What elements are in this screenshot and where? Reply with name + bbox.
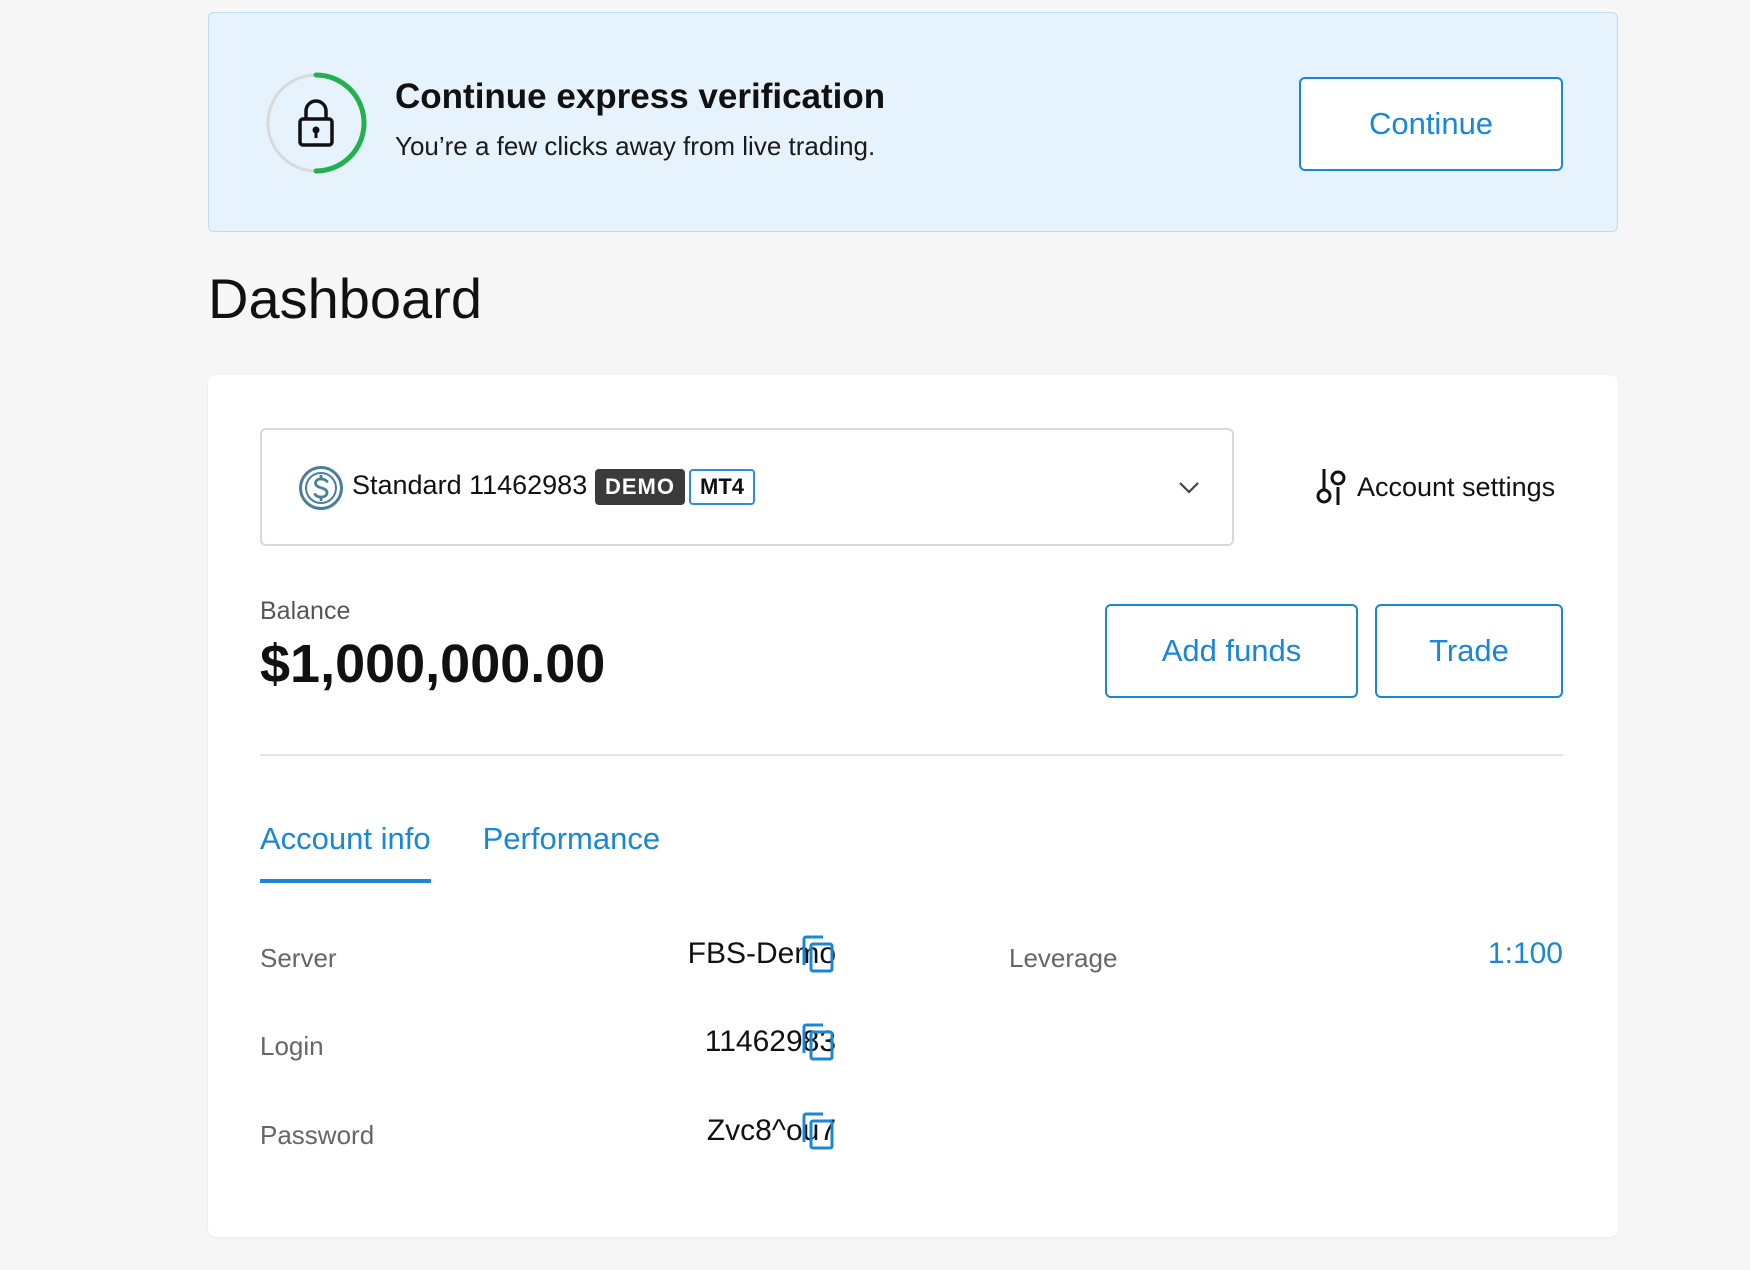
sliders-icon	[1316, 469, 1346, 505]
leverage-label: Leverage	[1009, 943, 1118, 973]
chevron-down-icon	[1179, 482, 1199, 494]
copy-icon[interactable]	[801, 1112, 835, 1150]
tab-performance[interactable]: Performance	[483, 821, 660, 883]
account-settings-button[interactable]: Account settings	[1313, 467, 1555, 507]
lock-icon	[266, 72, 367, 174]
login-label: Login	[260, 1031, 324, 1061]
divider	[260, 754, 1563, 756]
account-settings-label: Account settings	[1357, 471, 1556, 502]
dollar-coin-icon	[299, 466, 343, 510]
continue-button[interactable]: Continue	[1299, 77, 1563, 171]
server-label: Server	[260, 943, 337, 973]
verification-progress	[264, 71, 368, 175]
banner-title: Continue express verification	[395, 77, 886, 116]
platform-badge: MT4	[689, 469, 755, 505]
account-selector[interactable]: Standard 11462983 DEMO MT4	[260, 428, 1234, 546]
copy-icon[interactable]	[801, 935, 835, 973]
balance-label: Balance	[260, 597, 351, 625]
copy-icon[interactable]	[801, 1023, 835, 1061]
tab-account-info[interactable]: Account info	[260, 821, 431, 883]
tab-bar: Account info Performance	[260, 821, 712, 883]
password-label: Password	[260, 1120, 375, 1150]
add-funds-button[interactable]: Add funds	[1105, 604, 1358, 698]
balance-value: $1,000,000.00	[260, 634, 606, 694]
banner-subtitle: You’re a few clicks away from live tradi…	[395, 131, 876, 161]
trade-button[interactable]: Trade	[1375, 604, 1563, 698]
account-card: Standard 11462983 DEMO MT4 Account setti…	[208, 375, 1618, 1237]
verification-banner: Continue express verification You’re a f…	[208, 12, 1618, 232]
page-title: Dashboard	[208, 267, 482, 330]
leverage-value: 1:100	[1487, 937, 1563, 970]
account-name: Standard 11462983	[352, 470, 588, 500]
demo-badge: DEMO	[595, 469, 685, 505]
